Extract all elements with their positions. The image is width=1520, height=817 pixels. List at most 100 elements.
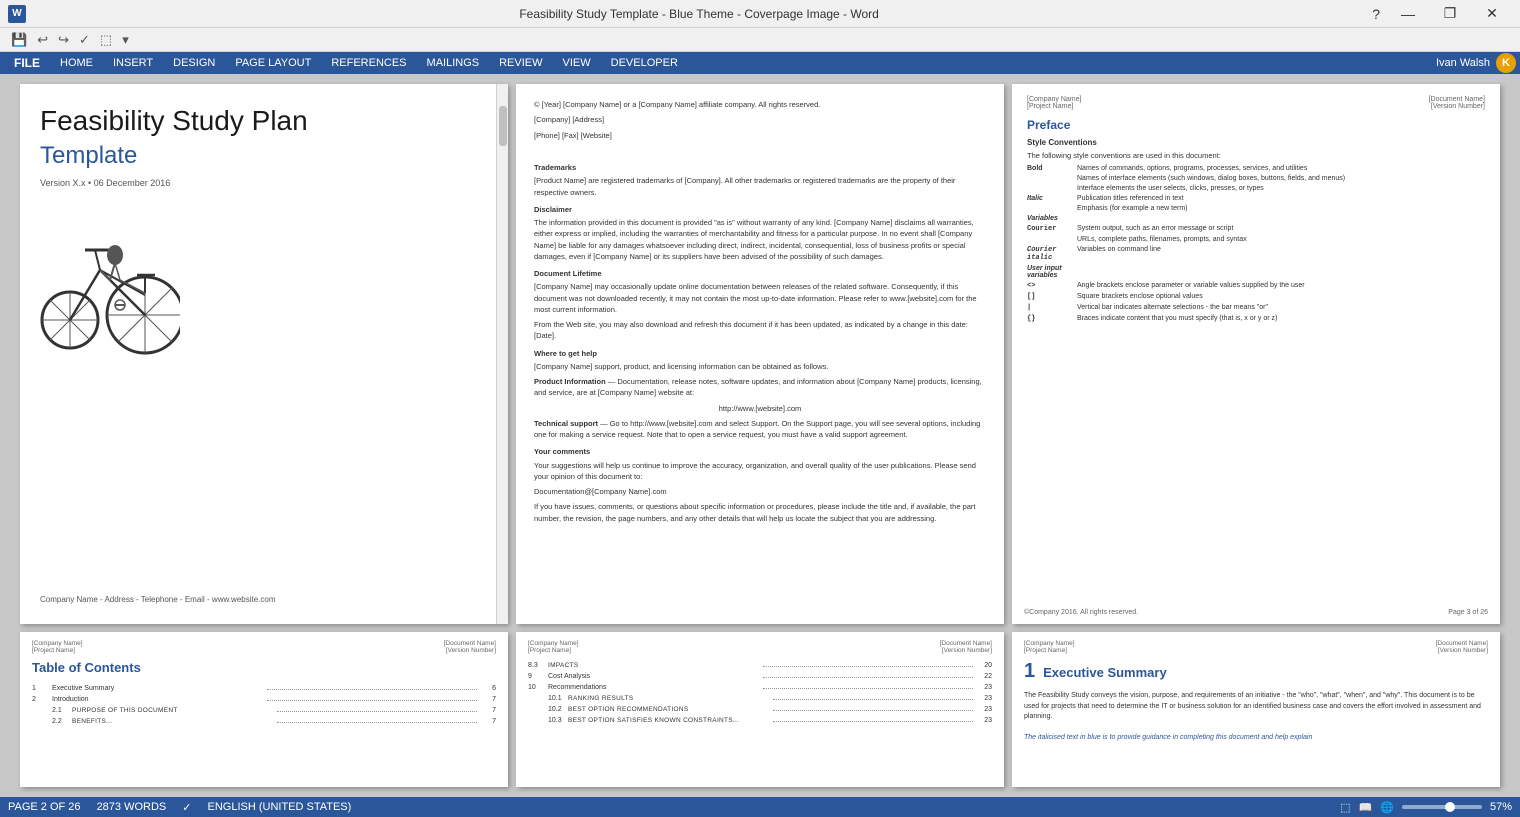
tab-design[interactable]: DESIGN <box>163 54 225 72</box>
tab-view[interactable]: VIEW <box>553 54 601 72</box>
tab-mailings[interactable]: MAILINGS <box>417 54 490 72</box>
style-conventions-intro: The following style conventions are used… <box>1027 151 1485 160</box>
view-print-icon[interactable]: ⬚ <box>1340 801 1350 814</box>
style-conventions-title: Style Conventions <box>1027 138 1485 147</box>
tab-references[interactable]: REFERENCES <box>321 54 416 72</box>
style-desc-1: Names of interface elements (such window… <box>1077 175 1345 182</box>
exec-content: [Company Name] [Project Name] [Document … <box>1012 632 1500 752</box>
preface-footer: ©Company 2016. All rights reserved. Page… <box>1024 609 1488 616</box>
style-item-courier1: Courier System output, such as an error … <box>1027 225 1485 233</box>
copyright-phone: [Phone] [Fax] [Website] <box>534 130 986 141</box>
trademarks-body: [Product Name] are registered trademarks… <box>534 175 986 198</box>
title-bar-right: ? — ❐ ✕ <box>1372 0 1512 28</box>
toc-item-2-1: 2.1 Purpose of this document 7 <box>52 705 496 714</box>
restore-button[interactable]: ❐ <box>1430 0 1470 28</box>
zoom-slider[interactable] <box>1402 805 1482 809</box>
style-item-bold2: Names of interface elements (such window… <box>1027 175 1485 182</box>
exec-company: [Company Name] <box>1024 640 1075 647</box>
tab-insert[interactable]: INSERT <box>103 54 163 72</box>
toc-doc-name: [Document Name] <box>444 640 496 647</box>
cover-bicycle-image <box>40 200 180 360</box>
zoom-thumb <box>1445 802 1455 812</box>
close-button[interactable]: ✕ <box>1472 0 1512 28</box>
copyright-header: © [Year] [Company Name] or a [Company Na… <box>534 99 986 110</box>
exec-italic-text: The italicised text in blue is to provid… <box>1024 733 1488 744</box>
style-item-italic1: Italic Publication titles referenced in … <box>1027 195 1485 202</box>
your-comments-body: Your suggestions will help us continue t… <box>534 460 986 483</box>
toc-header: [Company Name] [Project Name] [Document … <box>32 640 496 654</box>
toc-mid-page-5: 23 <box>977 717 992 724</box>
exec-project: [Project Name] <box>1024 647 1075 654</box>
view-read-icon[interactable]: 📖 <box>1359 801 1373 814</box>
status-bar-right: ⬚ 📖 🌐 57% <box>1340 801 1512 814</box>
cover-title: Feasibility Study Plan <box>40 104 488 138</box>
zoom-level[interactable]: 57% <box>1490 801 1512 813</box>
page-toc: [Company Name] [Project Name] [Document … <box>20 632 508 787</box>
disclaimer-title: Disclaimer <box>534 204 986 215</box>
style-item-square: [] Square brackets enclose optional valu… <box>1027 293 1485 301</box>
status-bar: PAGE 2 OF 26 2873 WORDS ✓ ENGLISH (UNITE… <box>0 797 1520 817</box>
exec-version: [Version Number] <box>1436 647 1488 654</box>
toc-label-1: Introduction <box>52 696 263 703</box>
tab-review[interactable]: REVIEW <box>489 54 552 72</box>
style-desc-3: Publication titles referenced in text <box>1077 195 1184 202</box>
file-tab[interactable]: FILE <box>4 52 50 74</box>
tab-home[interactable]: HOME <box>50 54 103 72</box>
spelling-icon[interactable]: ✓ <box>182 801 191 814</box>
toc-mid-item-3-2: 10.2 Best Option Recommendations 23 <box>548 704 992 713</box>
toc-version: [Version Number] <box>444 647 496 654</box>
minimize-button[interactable]: — <box>1388 0 1428 28</box>
toc-page-1: 7 <box>481 696 496 703</box>
spellcheck-icon[interactable]: ✓ <box>76 31 93 49</box>
where-help-body: [Company Name] support, product, and lic… <box>534 361 986 372</box>
toc-mid-page-3: 23 <box>977 695 992 702</box>
undo-icon[interactable]: ↩ <box>34 31 51 49</box>
qat-more-icon[interactable]: ⬚ <box>97 31 115 49</box>
help-icon[interactable]: ? <box>1372 6 1380 22</box>
where-help-title: Where to get help <box>534 348 986 359</box>
toc-mid-item-3-3: 10.3 Best Option Satisfies Known Constra… <box>548 715 992 724</box>
page-2-copyright: © [Year] [Company Name] or a [Company Na… <box>516 84 1004 624</box>
language-label[interactable]: ENGLISH (UNITED STATES) <box>207 801 351 813</box>
tab-developer[interactable]: DEVELOPER <box>601 54 688 72</box>
redo-icon[interactable]: ↪ <box>55 31 72 49</box>
cover-footer: Company Name - Address - Telephone - Ema… <box>40 595 488 604</box>
exec-section-num: 1 <box>1024 660 1035 683</box>
view-web-icon[interactable]: 🌐 <box>1380 801 1394 814</box>
style-desc-7: URLs, complete paths, filenames, prompts… <box>1077 236 1247 243</box>
style-desc-13: Braces indicate content that you must sp… <box>1077 315 1277 323</box>
toc-mid-company: [Company Name] <box>528 640 579 647</box>
preface-project: [Project Name] <box>1027 103 1081 110</box>
page-indicator: PAGE 2 OF 26 <box>8 801 81 813</box>
page-exec-summary: [Company Name] [Project Name] [Document … <box>1012 632 1500 787</box>
your-comments-email: Documentation@[Company Name].com <box>534 486 986 497</box>
product-info-label: Product Information — Documentation, rel… <box>534 376 986 399</box>
tech-support-label: Technical support — Go to http://www.[we… <box>534 418 986 441</box>
preface-footer-left: ©Company 2016. All rights reserved. <box>1024 609 1138 616</box>
toc-mid-page-2: 23 <box>977 684 992 691</box>
style-item-brace: {} Braces indicate content that you must… <box>1027 315 1485 323</box>
exec-title: Executive Summary <box>1043 665 1167 680</box>
quick-access-toolbar: 💾 ↩ ↪ ✓ ⬚ ▾ <box>0 28 1520 52</box>
toc-mid-content: [Company Name] [Project Name] [Document … <box>516 632 1004 734</box>
title-bar-left: W <box>8 5 26 23</box>
style-item-courier-italic: Courier italic Variables on command line <box>1027 246 1485 262</box>
toc-item-2: 2 Introduction 7 <box>32 694 496 703</box>
qat-dropdown-icon[interactable]: ▾ <box>119 31 132 49</box>
style-desc-11: Square brackets enclose optional values <box>1077 293 1203 301</box>
style-item-variables: Variables <box>1027 215 1485 222</box>
scrollbar[interactable] <box>496 84 508 624</box>
page-3-preface: [Company Name] [Project Name] [Document … <box>1012 84 1500 624</box>
exec-title-row: 1 Executive Summary <box>1024 660 1488 683</box>
toc-item-2-2: 2.2 Benefits... 7 <box>52 716 496 725</box>
bicycle-svg <box>40 205 180 355</box>
toc-mid-label-4: Best Option Recommendations <box>568 706 769 713</box>
tech-support-body: — Go to http://www.[website].com and sel… <box>534 419 980 439</box>
toc-title: Table of Contents <box>32 660 496 675</box>
save-icon[interactable]: 💾 <box>8 31 30 49</box>
toc-mid-page-1: 22 <box>977 673 992 680</box>
user-avatar[interactable]: K <box>1496 53 1516 73</box>
window-controls[interactable]: — ❐ ✕ <box>1388 0 1512 28</box>
tab-page-layout[interactable]: PAGE LAYOUT <box>225 54 321 72</box>
ribbon: FILE HOME INSERT DESIGN PAGE LAYOUT REFE… <box>0 52 1520 74</box>
